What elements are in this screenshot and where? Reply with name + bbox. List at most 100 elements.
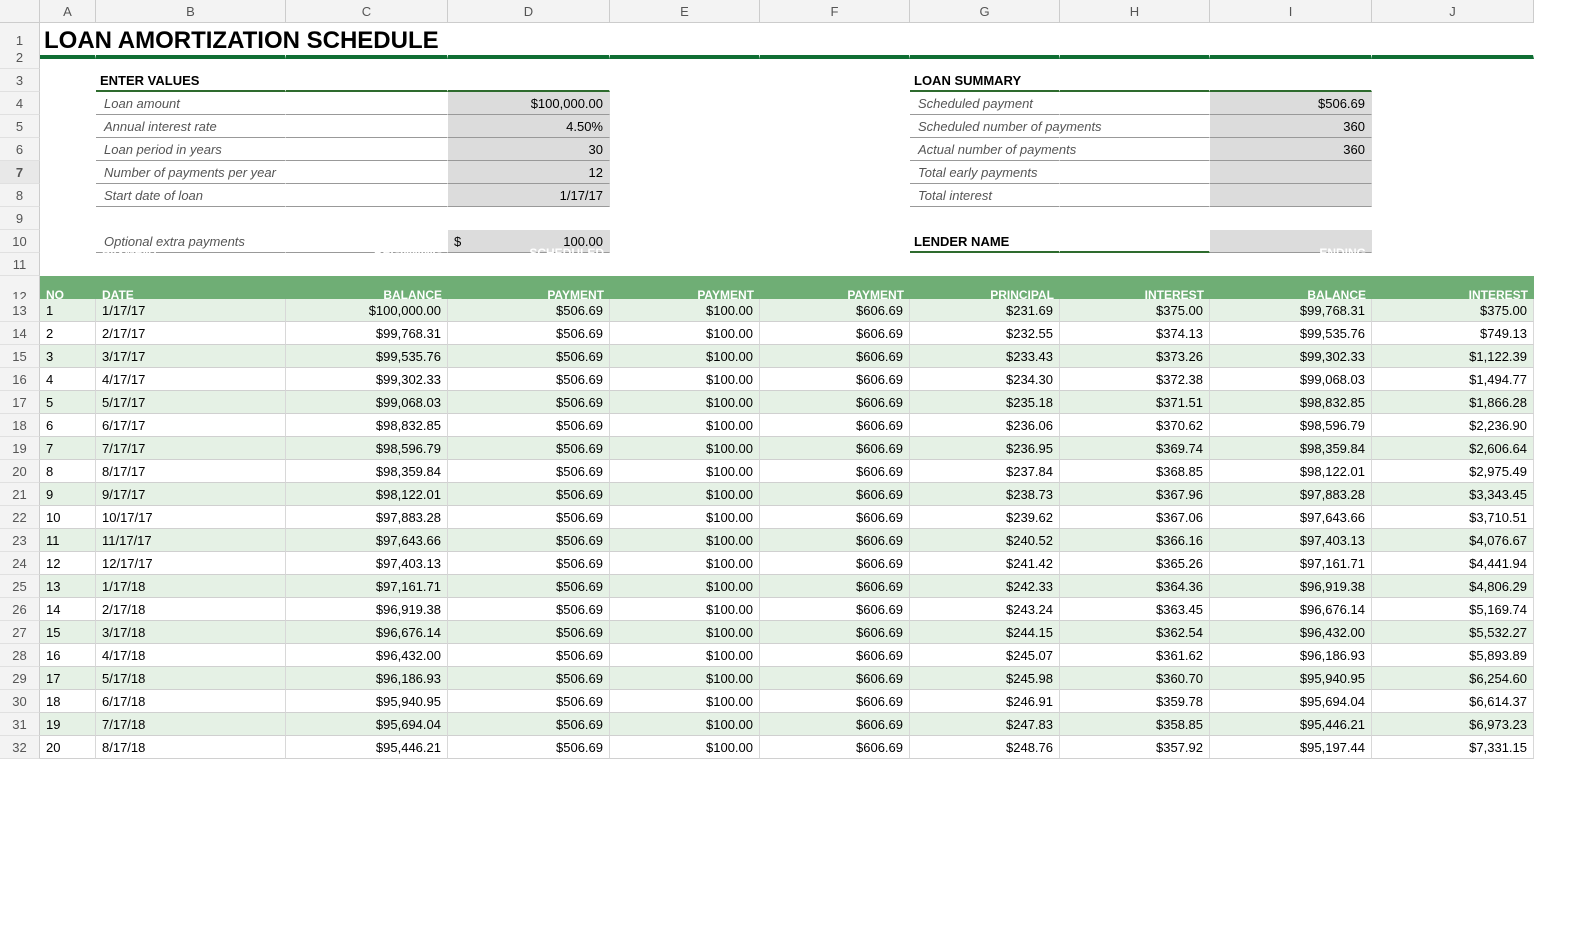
cell-principal[interactable]: $247.83 — [910, 713, 1060, 736]
cell-interest[interactable]: $360.70 — [1060, 667, 1210, 690]
cell[interactable] — [1210, 46, 1372, 69]
cell[interactable] — [1372, 46, 1534, 69]
cell[interactable] — [1060, 138, 1210, 161]
cell-ending-balance[interactable]: $97,403.13 — [1210, 529, 1372, 552]
cell-cumulative-interest[interactable]: $5,169.74 — [1372, 598, 1534, 621]
row-header[interactable]: 16 — [0, 368, 40, 391]
cell-interest[interactable]: $371.51 — [1060, 391, 1210, 414]
cell[interactable] — [910, 207, 1060, 230]
cell-total-payment[interactable]: $606.69 — [760, 345, 910, 368]
cell-pmt-no[interactable]: 12 — [40, 552, 96, 575]
cell-interest[interactable]: $358.85 — [1060, 713, 1210, 736]
cell[interactable] — [1060, 230, 1210, 253]
cell-principal[interactable]: $232.55 — [910, 322, 1060, 345]
cell-beginning-balance[interactable]: $97,161.71 — [286, 575, 448, 598]
cell-total-payment[interactable]: $606.69 — [760, 460, 910, 483]
row-header[interactable]: 3 — [0, 69, 40, 92]
cell[interactable] — [760, 92, 910, 115]
cell-beginning-balance[interactable]: $99,068.03 — [286, 391, 448, 414]
cell-extra-payment[interactable]: $100.00 — [610, 391, 760, 414]
cell[interactable] — [40, 115, 96, 138]
cell[interactable] — [40, 92, 96, 115]
cell-beginning-balance[interactable]: $96,919.38 — [286, 598, 448, 621]
column-header[interactable]: H — [1060, 0, 1210, 23]
cell[interactable] — [1372, 92, 1534, 115]
cell-principal[interactable]: $245.07 — [910, 644, 1060, 667]
cell-scheduled-payment[interactable]: $506.69 — [448, 621, 610, 644]
cell-cumulative-interest[interactable]: $3,343.45 — [1372, 483, 1534, 506]
cell[interactable] — [1372, 115, 1534, 138]
cell-interest[interactable]: $357.92 — [1060, 736, 1210, 759]
row-header[interactable]: 22 — [0, 506, 40, 529]
cell-ending-balance[interactable]: $95,446.21 — [1210, 713, 1372, 736]
cell-pmt-no[interactable]: 20 — [40, 736, 96, 759]
cell-ending-balance[interactable]: $96,919.38 — [1210, 575, 1372, 598]
cell-pmt-no[interactable]: 13 — [40, 575, 96, 598]
cell-date[interactable]: 7/17/17 — [96, 437, 286, 460]
cell-total-payment[interactable]: $606.69 — [760, 414, 910, 437]
cell-ending-balance[interactable]: $99,302.33 — [1210, 345, 1372, 368]
cell-pmt-no[interactable]: 18 — [40, 690, 96, 713]
cell-date[interactable]: 9/17/17 — [96, 483, 286, 506]
cell[interactable] — [760, 46, 910, 69]
cell-pmt-no[interactable]: 7 — [40, 437, 96, 460]
row-header[interactable]: 19 — [0, 437, 40, 460]
input-value[interactable]: 30 — [448, 138, 610, 161]
cell[interactable] — [910, 253, 1060, 276]
cell[interactable] — [286, 69, 448, 92]
cell-interest[interactable]: $364.36 — [1060, 575, 1210, 598]
cell-total-payment[interactable]: $606.69 — [760, 299, 910, 322]
cell-extra-payment[interactable]: $100.00 — [610, 690, 760, 713]
row-header[interactable]: 9 — [0, 207, 40, 230]
row-header[interactable]: 31 — [0, 713, 40, 736]
row-header[interactable]: 29 — [0, 667, 40, 690]
cell-date[interactable]: 1/17/18 — [96, 575, 286, 598]
cell-date[interactable]: 8/17/18 — [96, 736, 286, 759]
cell-ending-balance[interactable]: $99,535.76 — [1210, 322, 1372, 345]
cell-principal[interactable]: $244.15 — [910, 621, 1060, 644]
cell[interactable] — [40, 184, 96, 207]
row-header[interactable]: 8 — [0, 184, 40, 207]
row-header[interactable]: 32 — [0, 736, 40, 759]
cell-cumulative-interest[interactable]: $2,606.64 — [1372, 437, 1534, 460]
cell-total-payment[interactable]: $606.69 — [760, 483, 910, 506]
cell-extra-payment[interactable]: $100.00 — [610, 621, 760, 644]
column-header[interactable]: A — [40, 0, 96, 23]
cell-extra-payment[interactable]: $100.00 — [610, 414, 760, 437]
cell-interest[interactable]: $373.26 — [1060, 345, 1210, 368]
row-header[interactable]: 25 — [0, 575, 40, 598]
cell-pmt-no[interactable]: 1 — [40, 299, 96, 322]
cell-ending-balance[interactable]: $96,676.14 — [1210, 598, 1372, 621]
cell-scheduled-payment[interactable]: $506.69 — [448, 713, 610, 736]
select-all-corner[interactable] — [0, 0, 40, 23]
cell-total-payment[interactable]: $606.69 — [760, 690, 910, 713]
row-header[interactable]: 23 — [0, 529, 40, 552]
cell-date[interactable]: 11/17/17 — [96, 529, 286, 552]
cell-cumulative-interest[interactable]: $2,975.49 — [1372, 460, 1534, 483]
cell-principal[interactable]: $246.91 — [910, 690, 1060, 713]
cell-cumulative-interest[interactable]: $1,866.28 — [1372, 391, 1534, 414]
row-header[interactable]: 7 — [0, 161, 40, 184]
cell-principal[interactable]: $237.84 — [910, 460, 1060, 483]
cell[interactable] — [610, 184, 760, 207]
cell-date[interactable]: 5/17/18 — [96, 667, 286, 690]
cell-total-payment[interactable]: $606.69 — [760, 667, 910, 690]
cell-beginning-balance[interactable]: $98,596.79 — [286, 437, 448, 460]
cell-date[interactable]: 6/17/17 — [96, 414, 286, 437]
input-value[interactable]: 4.50% — [448, 115, 610, 138]
cell-pmt-no[interactable]: 14 — [40, 598, 96, 621]
cell-ending-balance[interactable]: $96,186.93 — [1210, 644, 1372, 667]
cell-scheduled-payment[interactable]: $506.69 — [448, 437, 610, 460]
cell-cumulative-interest[interactable]: $5,893.89 — [1372, 644, 1534, 667]
cell-total-payment[interactable]: $606.69 — [760, 529, 910, 552]
row-header[interactable]: 21 — [0, 483, 40, 506]
cell-date[interactable]: 2/17/17 — [96, 322, 286, 345]
cell-date[interactable]: 6/17/18 — [96, 690, 286, 713]
cell-scheduled-payment[interactable]: $506.69 — [448, 322, 610, 345]
cell[interactable] — [760, 69, 910, 92]
cell-ending-balance[interactable]: $99,068.03 — [1210, 368, 1372, 391]
cell-total-payment[interactable]: $606.69 — [760, 552, 910, 575]
input-value[interactable]: 1/17/17 — [448, 184, 610, 207]
cell-date[interactable]: 4/17/17 — [96, 368, 286, 391]
cell-principal[interactable]: $238.73 — [910, 483, 1060, 506]
